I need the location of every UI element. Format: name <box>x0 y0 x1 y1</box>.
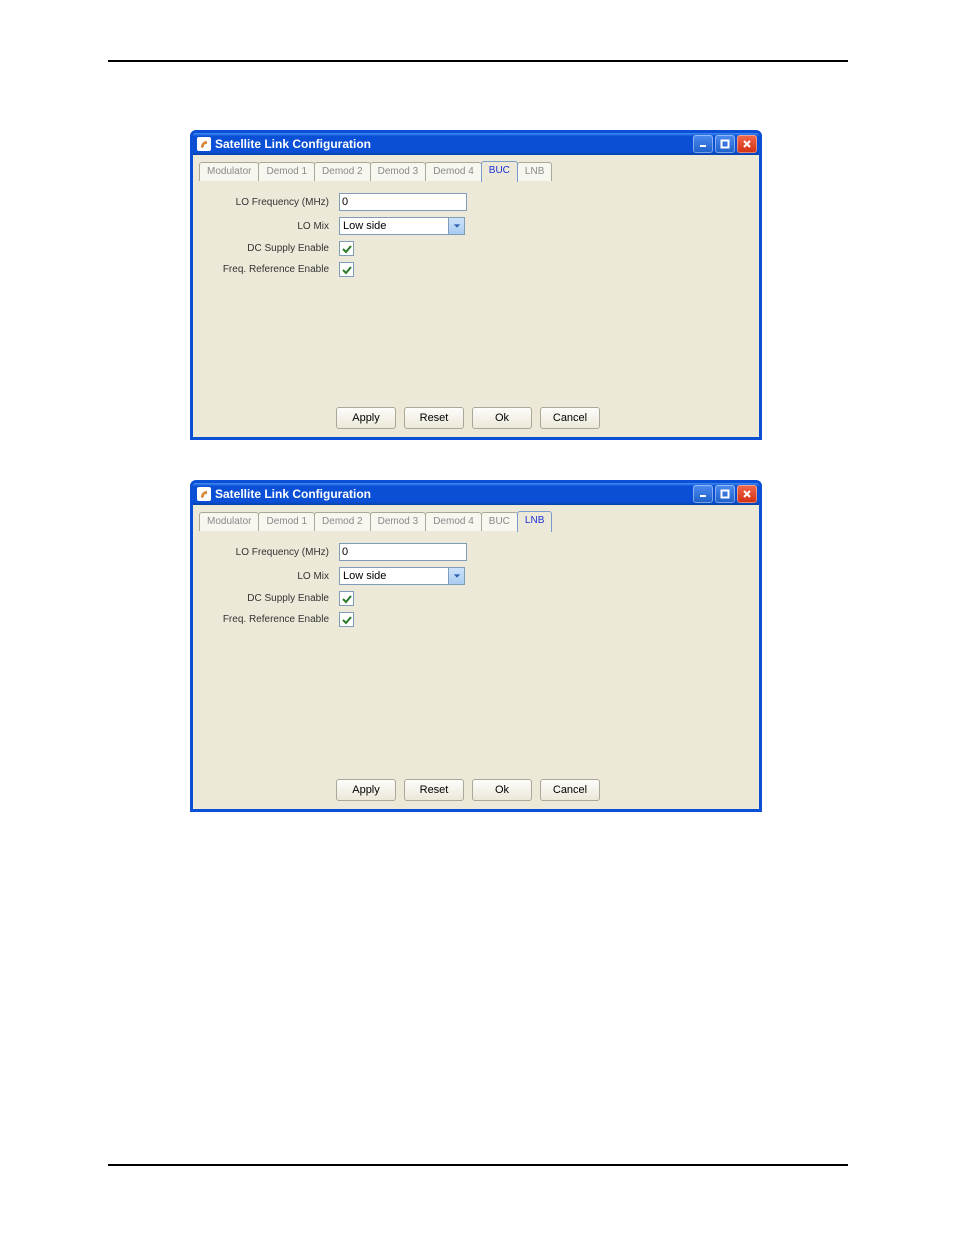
tab-lnb[interactable]: LNB <box>517 511 552 532</box>
button-row: Apply Reset Ok Cancel <box>323 399 613 437</box>
freq-reference-label: Freq. Reference Enable <box>199 614 339 625</box>
ok-button[interactable]: Ok <box>472 407 532 429</box>
app-icon <box>197 487 211 501</box>
tab-demod-2[interactable]: Demod 2 <box>314 512 371 531</box>
reset-button[interactable]: Reset <box>404 407 464 429</box>
lo-mix-select[interactable]: Low side <box>339 217 465 235</box>
dc-supply-checkbox[interactable] <box>339 591 354 606</box>
window-title: Satellite Link Configuration <box>215 487 693 501</box>
tabstrip: Modulator Demod 1 Demod 2 Demod 3 Demod … <box>199 161 753 181</box>
lo-mix-select[interactable]: Low side <box>339 567 465 585</box>
chevron-down-icon <box>448 568 464 584</box>
chevron-down-icon <box>448 218 464 234</box>
header-divider <box>108 60 848 62</box>
window-title: Satellite Link Configuration <box>215 137 693 151</box>
tab-lnb[interactable]: LNB <box>517 162 552 181</box>
lo-mix-value: Low side <box>340 570 448 582</box>
satellite-config-window-buc: Satellite Link Configuration Modulator D… <box>190 130 762 440</box>
apply-button[interactable]: Apply <box>336 407 396 429</box>
minimize-button[interactable] <box>693 135 713 153</box>
tab-demod-1[interactable]: Demod 1 <box>258 162 315 181</box>
tab-modulator[interactable]: Modulator <box>199 162 259 181</box>
maximize-button[interactable] <box>715 135 735 153</box>
tab-demod-2[interactable]: Demod 2 <box>314 162 371 181</box>
footer-divider <box>108 1164 848 1166</box>
lo-mix-value: Low side <box>340 220 448 232</box>
freq-reference-checkbox[interactable] <box>339 262 354 277</box>
titlebar[interactable]: Satellite Link Configuration <box>193 133 759 155</box>
maximize-button[interactable] <box>715 485 735 503</box>
tab-demod-3[interactable]: Demod 3 <box>370 512 427 531</box>
dc-supply-label: DC Supply Enable <box>199 593 339 604</box>
lo-frequency-input[interactable] <box>339 193 467 211</box>
tab-buc[interactable]: BUC <box>481 161 518 182</box>
titlebar[interactable]: Satellite Link Configuration <box>193 483 759 505</box>
dc-supply-label: DC Supply Enable <box>199 243 339 254</box>
cancel-button[interactable]: Cancel <box>540 407 600 429</box>
app-icon <box>197 137 211 151</box>
minimize-button[interactable] <box>693 485 713 503</box>
ok-button[interactable]: Ok <box>472 779 532 801</box>
tab-modulator[interactable]: Modulator <box>199 512 259 531</box>
apply-button[interactable]: Apply <box>336 779 396 801</box>
freq-reference-checkbox[interactable] <box>339 612 354 627</box>
tab-panel: LO Frequency (MHz) LO Mix Low side DC Su… <box>199 181 753 393</box>
lo-frequency-label: LO Frequency (MHz) <box>199 547 339 558</box>
tab-demod-1[interactable]: Demod 1 <box>258 512 315 531</box>
close-button[interactable] <box>737 485 757 503</box>
dc-supply-checkbox[interactable] <box>339 241 354 256</box>
tab-panel: LO Frequency (MHz) LO Mix Low side DC Su… <box>199 531 753 765</box>
lo-mix-label: LO Mix <box>199 571 339 582</box>
lo-mix-label: LO Mix <box>199 221 339 232</box>
lo-frequency-label: LO Frequency (MHz) <box>199 197 339 208</box>
tabstrip: Modulator Demod 1 Demod 2 Demod 3 Demod … <box>199 511 753 531</box>
button-row: Apply Reset Ok Cancel <box>323 771 613 809</box>
tab-buc[interactable]: BUC <box>481 512 518 531</box>
cancel-button[interactable]: Cancel <box>540 779 600 801</box>
tab-demod-4[interactable]: Demod 4 <box>425 512 482 531</box>
freq-reference-label: Freq. Reference Enable <box>199 264 339 275</box>
lo-frequency-input[interactable] <box>339 543 467 561</box>
close-button[interactable] <box>737 135 757 153</box>
tab-demod-3[interactable]: Demod 3 <box>370 162 427 181</box>
reset-button[interactable]: Reset <box>404 779 464 801</box>
satellite-config-window-lnb: Satellite Link Configuration Modulator D… <box>190 480 762 812</box>
tab-demod-4[interactable]: Demod 4 <box>425 162 482 181</box>
